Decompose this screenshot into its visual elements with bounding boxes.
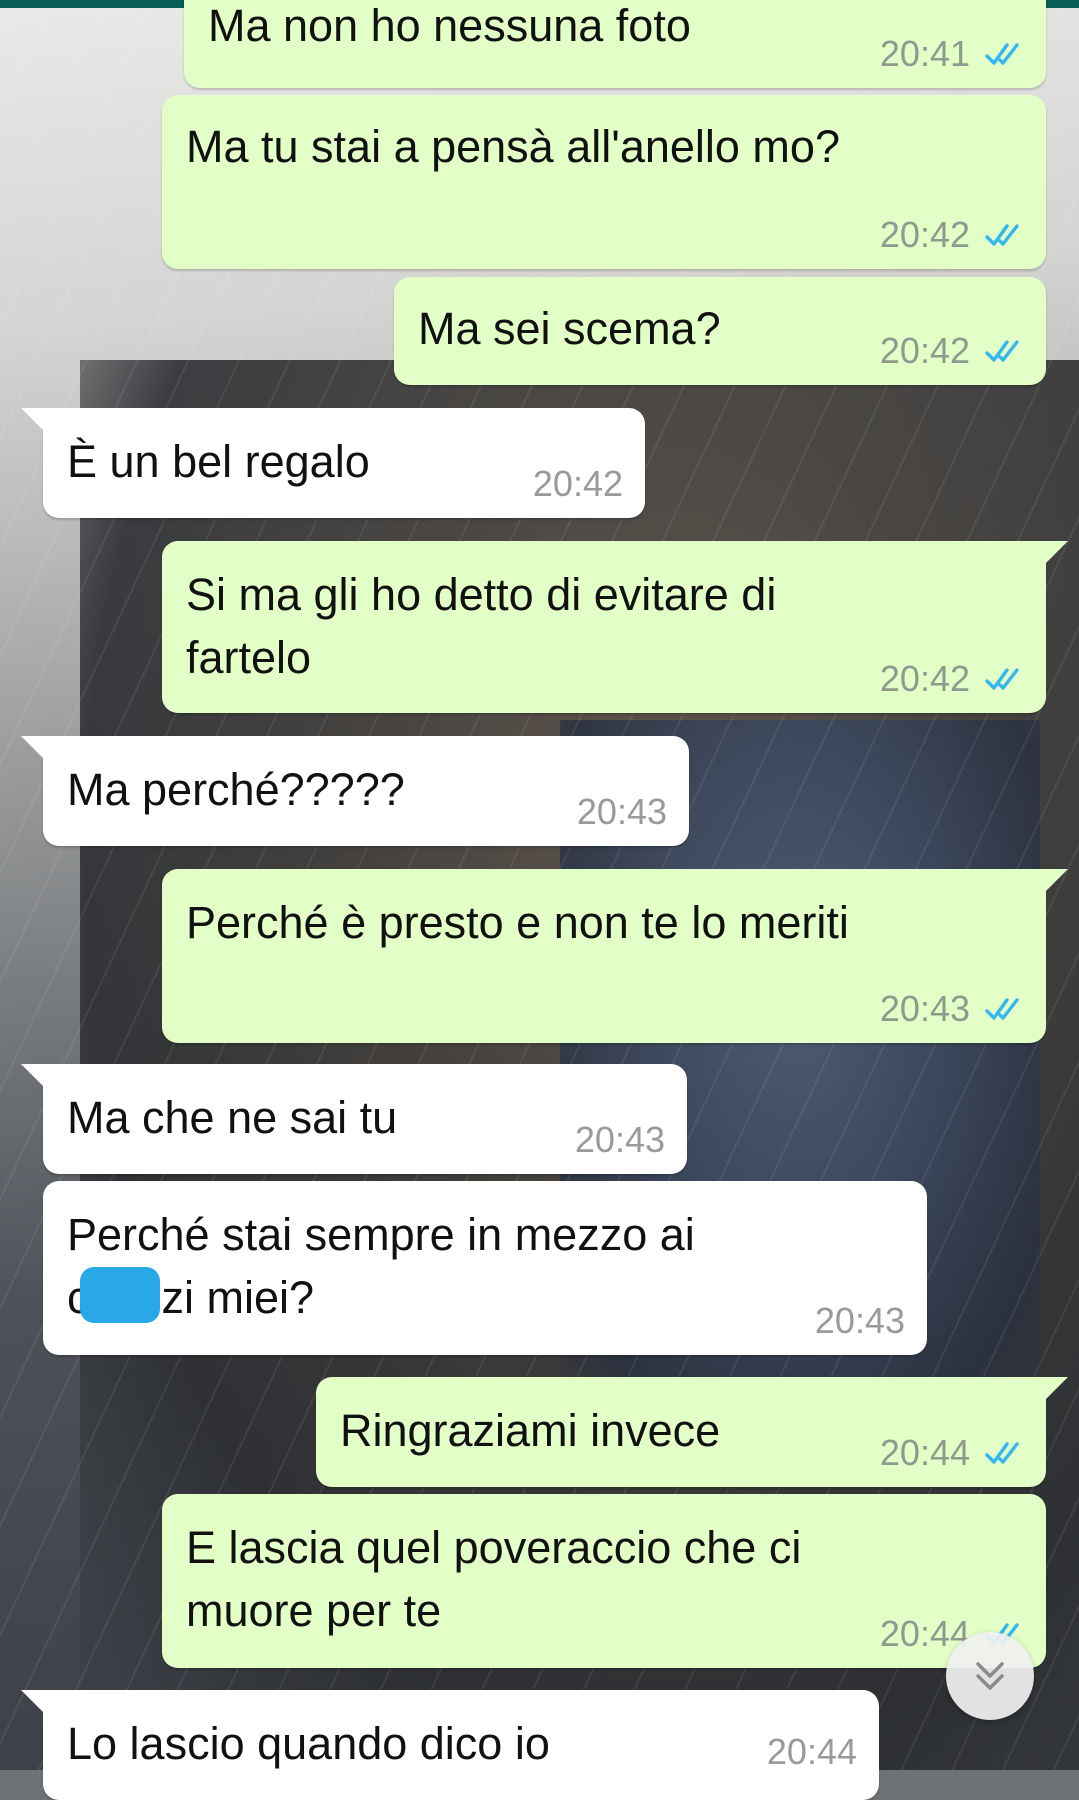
message-bubble-incoming[interactable]: Perché stai sempre in mezzo ai c zi miei?… [43, 1181, 927, 1355]
message-time: 20:42 [879, 214, 970, 255]
message-text: Perché stai sempre in mezzo ai c zi miei? [67, 1203, 903, 1329]
double-check-icon [985, 1442, 1019, 1464]
message-time: 20:41 [879, 33, 970, 74]
message-bubble-outgoing[interactable]: Si ma gli ho detto di evitare di fartelo… [162, 541, 1068, 713]
message-time: 20:44 [879, 1432, 970, 1473]
message-text: Perché è presto e non te lo meriti [186, 897, 849, 948]
message-bubble-incoming[interactable]: Ma che ne sai tu 20:43 [21, 1064, 687, 1174]
bubble-tail [1046, 541, 1068, 563]
bubble-tail [21, 1064, 43, 1086]
message-bubble-incoming[interactable]: Lo lascio quando dico io 20:44 [21, 1690, 879, 1800]
bubble-tail [1046, 1377, 1068, 1399]
bubble-tail [21, 1690, 43, 1712]
message-bubble-outgoing[interactable]: Ringraziami invece 20:44 [316, 1377, 1068, 1487]
message-time: 20:44 [766, 1731, 857, 1772]
message-bubble-outgoing[interactable]: Ma non ho nessuna foto 20:41 [184, 0, 1046, 88]
message-text: Ma che ne sai tu [67, 1092, 398, 1143]
message-bubble-outgoing[interactable]: E lascia quel poveraccio che ci muore pe… [162, 1494, 1046, 1668]
scroll-to-bottom-button[interactable] [946, 1632, 1034, 1720]
message-bubble-outgoing[interactable]: Perché è presto e non te lo meriti 20:43 [162, 869, 1068, 1043]
double-check-icon [985, 668, 1019, 690]
message-bubble-incoming[interactable]: Ma perché????? 20:43 [21, 736, 689, 846]
message-text-fragment: zi miei? [161, 1272, 315, 1323]
double-check-icon [985, 224, 1019, 246]
message-time: 20:42 [879, 330, 970, 371]
message-time: 20:43 [814, 1300, 905, 1341]
double-check-icon [985, 43, 1019, 65]
bubble-tail [1046, 869, 1068, 891]
message-text: Ma perché????? [67, 764, 405, 815]
bubble-tail [21, 736, 43, 758]
message-text: Ma tu stai a pensà all'anello mo? [186, 121, 840, 172]
message-text-line: Perché stai sempre in mezzo ai [67, 1209, 695, 1260]
message-time: 20:43 [574, 1119, 665, 1160]
message-time: 20:42 [532, 463, 623, 504]
double-check-icon [985, 340, 1019, 362]
redaction-mark [79, 1267, 160, 1323]
message-time: 20:42 [879, 658, 970, 699]
chevron-double-down-icon [976, 1662, 1004, 1690]
bubble-tail [21, 408, 43, 430]
message-bubble-outgoing[interactable]: Ma tu stai a pensà all'anello mo? 20:42 [162, 95, 1046, 269]
message-time: 20:43 [576, 791, 667, 832]
message-text: Lo lascio quando dico io [67, 1718, 550, 1769]
message-time: 20:43 [879, 988, 970, 1029]
double-check-icon [985, 998, 1019, 1020]
message-bubble-outgoing[interactable]: Ma sei scema? 20:42 [394, 277, 1046, 385]
message-text-line: c zi miei? [67, 1266, 903, 1329]
message-bubble-incoming[interactable]: È un bel regalo 20:42 [21, 408, 645, 518]
